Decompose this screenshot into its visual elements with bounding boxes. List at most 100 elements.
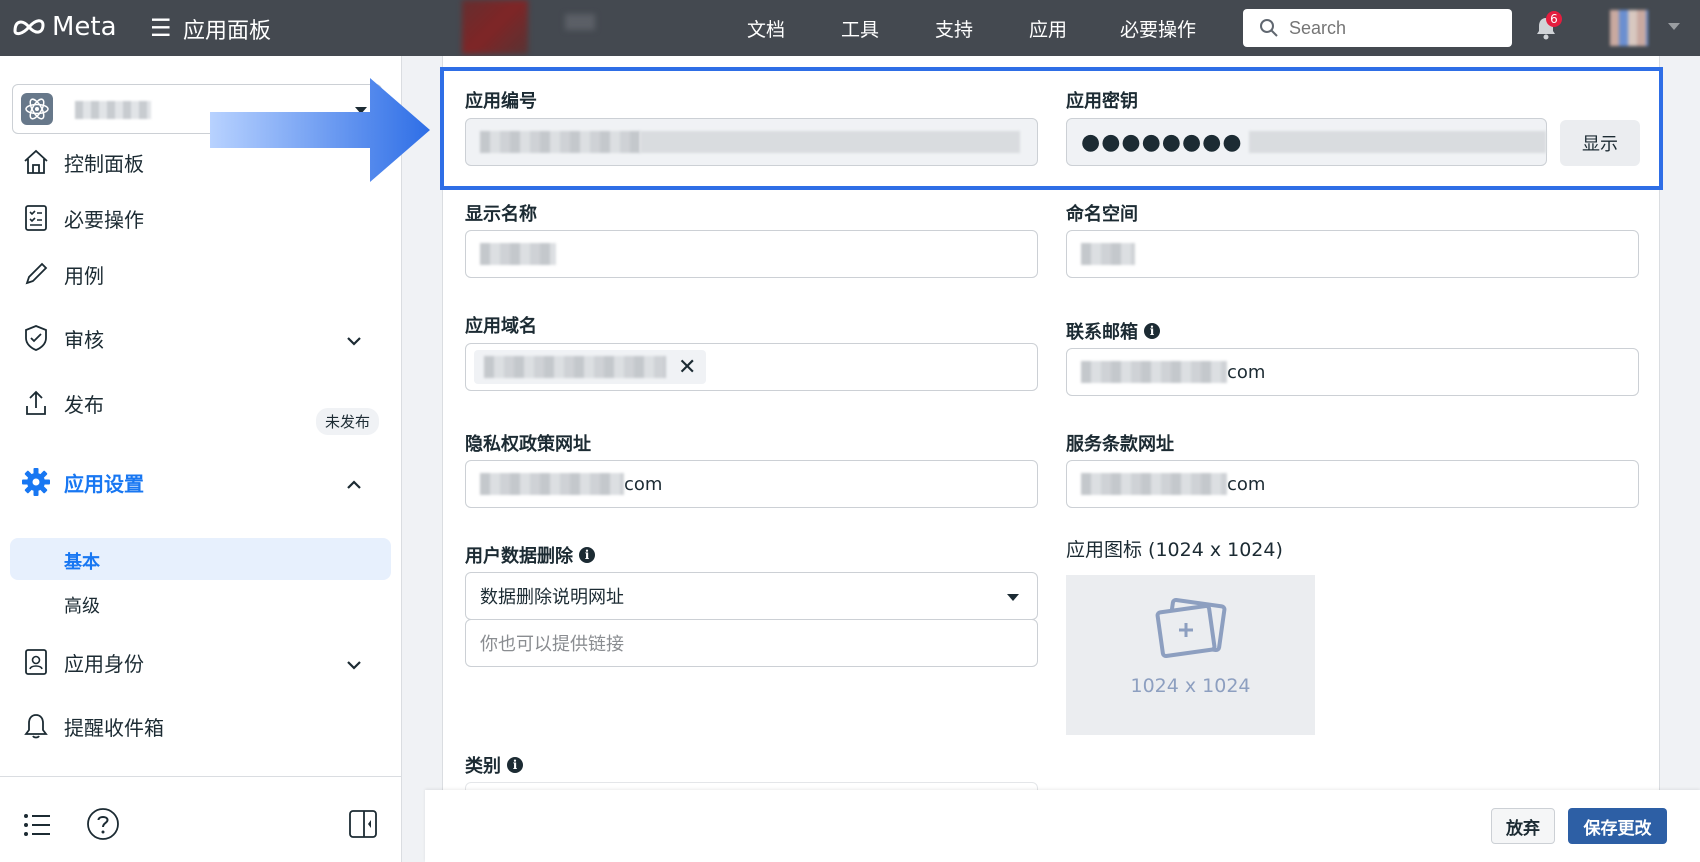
sidebar-subitem-basic[interactable]: 基本 bbox=[64, 548, 100, 574]
chevron-down-icon[interactable] bbox=[346, 332, 362, 351]
blurred-app-name bbox=[75, 101, 151, 119]
upload-icon bbox=[20, 387, 52, 419]
sidebar-item-app-settings[interactable]: 应用设置 bbox=[20, 466, 144, 498]
category-label: 类别 i bbox=[465, 752, 523, 778]
search-box[interactable] bbox=[1243, 9, 1512, 47]
meta-infinity-icon bbox=[12, 17, 46, 37]
data-deletion-selected-option: 数据删除说明网址 bbox=[480, 587, 624, 608]
tos-url-label: 服务条款网址 bbox=[1066, 434, 1174, 455]
nav-apps[interactable]: 应用 bbox=[1029, 15, 1067, 42]
tos-url-field[interactable]: com bbox=[1066, 460, 1639, 508]
info-icon[interactable]: i bbox=[1144, 323, 1160, 339]
nav-support[interactable]: 支持 bbox=[935, 15, 973, 42]
checklist-icon bbox=[20, 202, 52, 234]
home-icon bbox=[20, 146, 52, 178]
chevron-down-icon[interactable] bbox=[1668, 23, 1680, 30]
app-id-label: 应用编号 bbox=[465, 91, 537, 112]
sidebar-item-alerts-inbox[interactable]: 提醒收件箱 bbox=[20, 710, 164, 742]
app-secret-masked-value: ●●●●●●●● bbox=[1081, 129, 1243, 155]
blurred-image bbox=[565, 14, 595, 30]
notification-count-badge: 6 bbox=[1546, 11, 1562, 27]
sidebar-item-label: 用例 bbox=[64, 263, 104, 288]
blurred-image bbox=[462, 0, 528, 54]
blurred-value bbox=[1248, 131, 1546, 153]
app-dashboard-title[interactable]: 应用面板 bbox=[183, 13, 271, 45]
contact-email-label: 联系邮箱 i bbox=[1066, 318, 1160, 344]
app-icon-label: 应用图标 (1024 x 1024) bbox=[1066, 539, 1283, 561]
avatar[interactable] bbox=[1610, 10, 1648, 46]
namespace-field[interactable] bbox=[1066, 230, 1639, 278]
blurred-value bbox=[1081, 473, 1227, 495]
sidebar-item-dashboard[interactable]: 控制面板 bbox=[20, 146, 144, 178]
info-icon[interactable]: i bbox=[579, 547, 595, 563]
sidebar-item-label: 控制面板 bbox=[64, 151, 144, 176]
image-placeholder-icon bbox=[1154, 597, 1230, 667]
list-icon[interactable] bbox=[22, 811, 52, 843]
sidebar-item-app-roles[interactable]: 应用身份 bbox=[20, 646, 144, 678]
app-icon-size-caption: 1024 x 1024 bbox=[1130, 675, 1251, 697]
nav-docs[interactable]: 文档 bbox=[747, 15, 785, 42]
app-domains-field[interactable]: ✕ bbox=[465, 343, 1038, 391]
tos-url-suffix: com bbox=[1227, 473, 1266, 495]
id-badge-icon bbox=[20, 646, 52, 678]
sidebar-footer bbox=[0, 776, 401, 862]
nav-required-actions[interactable]: 必要操作 bbox=[1120, 15, 1196, 42]
data-deletion-select[interactable]: 数据删除说明网址 bbox=[465, 572, 1038, 620]
sidebar-item-use-cases[interactable]: 用例 bbox=[20, 258, 104, 290]
sidebar-item-label: 发布 bbox=[64, 392, 104, 417]
privacy-url-suffix: com bbox=[624, 473, 663, 495]
sidebar-item-label: 应用身份 bbox=[64, 651, 144, 676]
brand-name: Meta bbox=[52, 12, 117, 42]
sidebar-item-label: 应用设置 bbox=[64, 471, 144, 496]
gear-icon bbox=[20, 466, 52, 498]
sidebar-item-label: 审核 bbox=[64, 327, 104, 352]
save-changes-button[interactable]: 保存更改 bbox=[1568, 808, 1667, 844]
namespace-label: 命名空间 bbox=[1066, 204, 1138, 225]
blurred-value bbox=[480, 131, 640, 153]
blurred-value bbox=[640, 131, 1020, 153]
top-navigation-bar: Meta ☰ 应用面板 文档 工具 支持 应用 必要操作 6 bbox=[0, 0, 1700, 56]
app-icon-upload[interactable]: 1024 x 1024 bbox=[1066, 575, 1315, 735]
show-secret-button[interactable]: 显示 bbox=[1560, 120, 1640, 166]
privacy-url-field[interactable]: com bbox=[465, 460, 1038, 508]
nav-tools[interactable]: 工具 bbox=[841, 15, 879, 42]
sidebar-item-review[interactable]: 审核 bbox=[20, 322, 104, 354]
menu-icon[interactable]: ☰ bbox=[150, 14, 172, 42]
blurred-value bbox=[480, 473, 624, 495]
sidebar-item-label: 提醒收件箱 bbox=[64, 715, 164, 740]
sidebar-item-required-actions[interactable]: 必要操作 bbox=[20, 202, 144, 234]
app-secret-field[interactable]: ●●●●●●●● bbox=[1066, 118, 1547, 166]
app-secret-label: 应用密钥 bbox=[1066, 91, 1138, 112]
status-badge: 未发布 bbox=[316, 408, 380, 435]
discard-button[interactable]: 放弃 bbox=[1491, 808, 1555, 844]
display-name-field[interactable] bbox=[465, 230, 1038, 278]
blurred-value bbox=[480, 243, 556, 265]
info-icon[interactable]: i bbox=[507, 757, 523, 773]
app-id-field[interactable] bbox=[465, 118, 1038, 166]
chevron-down-icon[interactable] bbox=[346, 656, 362, 675]
blurred-value bbox=[1081, 243, 1135, 265]
data-deletion-url-input[interactable]: 你也可以提供链接 bbox=[465, 619, 1038, 667]
close-icon[interactable]: ✕ bbox=[678, 355, 696, 380]
sidebar-subitem-advanced[interactable]: 高级 bbox=[64, 592, 100, 618]
sidebar-item-publish[interactable]: 发布 bbox=[20, 387, 104, 419]
sidebar: 控制面板 必要操作 用例 审核 发布 未发布 应用设置 基本 高级 应用身份 提… bbox=[0, 56, 430, 862]
meta-logo[interactable]: Meta bbox=[12, 12, 117, 42]
chevron-down-icon bbox=[1007, 594, 1019, 601]
app-domains-label: 应用域名 bbox=[465, 316, 537, 337]
display-name-label: 显示名称 bbox=[465, 204, 537, 225]
search-input[interactable] bbox=[1289, 17, 1489, 39]
chevron-up-icon[interactable] bbox=[346, 476, 362, 495]
data-deletion-label: 用户数据删除 i bbox=[465, 542, 595, 568]
blurred-value bbox=[1081, 361, 1227, 383]
help-icon[interactable] bbox=[86, 807, 120, 845]
blue-arrow-annotation bbox=[210, 78, 430, 182]
blurred-value bbox=[484, 356, 666, 378]
data-deletion-label-text: 用户数据删除 bbox=[465, 546, 573, 567]
search-icon bbox=[1260, 19, 1278, 37]
collapse-sidebar-icon[interactable] bbox=[348, 809, 378, 843]
contact-email-field[interactable]: com bbox=[1066, 348, 1639, 396]
domain-tag: ✕ bbox=[474, 350, 707, 384]
data-deletion-placeholder: 你也可以提供链接 bbox=[480, 634, 624, 655]
shield-check-icon bbox=[20, 322, 52, 354]
